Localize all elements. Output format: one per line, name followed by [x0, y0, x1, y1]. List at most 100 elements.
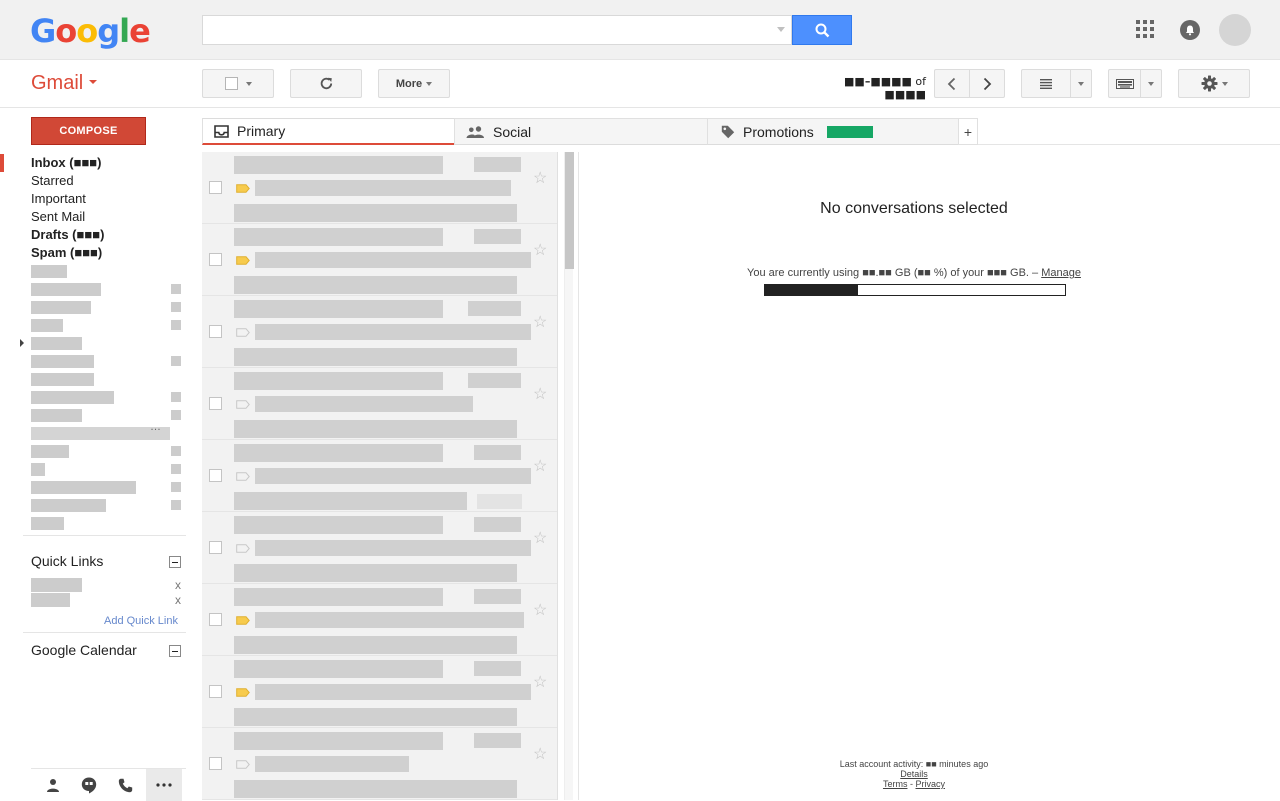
importance-marker-icon[interactable]	[236, 328, 250, 337]
sidebar-label-item[interactable]	[0, 280, 186, 298]
older-button[interactable]	[969, 69, 1005, 98]
message-checkbox[interactable]	[209, 181, 222, 194]
sidebar-label-item[interactable]	[0, 352, 186, 370]
importance-marker-icon[interactable]	[236, 184, 250, 193]
message-checkbox[interactable]	[209, 685, 222, 698]
sidebar-label-item[interactable]	[0, 388, 186, 406]
newer-button[interactable]	[934, 69, 970, 98]
message-checkbox[interactable]	[209, 253, 222, 266]
sidebar-item-drafts[interactable]: Drafts (■■■)	[0, 226, 186, 244]
sidebar-label-item[interactable]	[0, 316, 186, 334]
message-checkbox[interactable]	[209, 613, 222, 626]
more-button[interactable]: More	[378, 69, 450, 98]
sidebar-item-sent[interactable]: Sent Mail	[0, 208, 186, 226]
details-link[interactable]: Details	[900, 769, 928, 779]
phone-icon[interactable]	[107, 769, 143, 801]
message-checkbox[interactable]	[209, 757, 222, 770]
hangouts-icon[interactable]	[71, 769, 107, 801]
sidebar-label-item[interactable]	[0, 370, 186, 388]
search-box[interactable]	[202, 15, 792, 45]
sidebar-label-item[interactable]	[0, 514, 186, 532]
sidebar-label-item[interactable]	[0, 496, 186, 514]
message-row[interactable]: ☆	[202, 584, 557, 656]
star-icon[interactable]: ☆	[533, 528, 547, 548]
tab-promotions[interactable]: Promotions	[707, 118, 959, 145]
star-icon[interactable]: ☆	[533, 240, 547, 260]
importance-marker-icon[interactable]	[236, 760, 250, 769]
star-icon[interactable]: ☆	[533, 456, 547, 476]
message-row[interactable]: ☆	[202, 440, 557, 512]
privacy-link[interactable]: Privacy	[916, 779, 946, 789]
sidebar-label-item[interactable]	[0, 478, 186, 496]
tab-primary[interactable]: Primary	[202, 118, 455, 145]
add-tab-button[interactable]: +	[958, 118, 978, 145]
importance-marker-icon[interactable]	[236, 688, 250, 697]
sidebar-label-item[interactable]	[0, 460, 186, 478]
message-list[interactable]: ☆ ☆ ☆ ☆ ☆ ☆ ☆ ☆ ☆	[202, 152, 558, 800]
importance-marker-icon[interactable]	[236, 472, 250, 481]
expand-arrow-icon[interactable]	[20, 339, 24, 347]
star-icon[interactable]: ☆	[533, 168, 547, 188]
more-dots-icon[interactable]: …	[150, 421, 161, 433]
message-row[interactable]: ☆	[202, 512, 557, 584]
message-list-scrollbar[interactable]	[564, 152, 574, 800]
star-icon[interactable]: ☆	[533, 384, 547, 404]
remove-quick-link-icon[interactable]: x	[175, 578, 181, 592]
sidebar-item-inbox[interactable]: Inbox (■■■)	[0, 154, 186, 172]
importance-marker-icon[interactable]	[236, 544, 250, 553]
density-dropdown[interactable]	[1070, 69, 1092, 98]
quick-link-item[interactable]	[31, 578, 82, 592]
message-checkbox[interactable]	[209, 541, 222, 554]
sidebar-label-item[interactable]	[0, 334, 186, 352]
message-row[interactable]: ☆	[202, 152, 557, 224]
terms-link[interactable]: Terms	[883, 779, 908, 789]
sidebar-item-starred[interactable]: Starred	[0, 172, 186, 190]
star-icon[interactable]: ☆	[533, 672, 547, 692]
google-logo[interactable]: Google	[30, 12, 151, 50]
settings-button[interactable]	[1178, 69, 1250, 98]
search-input[interactable]	[203, 16, 791, 44]
tab-social[interactable]: Social	[454, 118, 708, 145]
importance-marker-icon[interactable]	[236, 256, 250, 265]
message-checkbox[interactable]	[209, 397, 222, 410]
account-avatar[interactable]	[1219, 14, 1251, 46]
importance-marker-icon[interactable]	[236, 616, 250, 625]
message-checkbox[interactable]	[209, 325, 222, 338]
sidebar-label-item[interactable]	[0, 262, 186, 280]
importance-marker-icon[interactable]	[236, 400, 250, 409]
apps-grid-icon[interactable]	[1136, 20, 1154, 38]
density-button[interactable]	[1021, 69, 1071, 98]
contacts-icon[interactable]	[35, 769, 71, 801]
input-tools-dropdown[interactable]	[1140, 69, 1162, 98]
notifications-bell-icon[interactable]	[1180, 20, 1200, 40]
collapse-calendar-icon[interactable]	[169, 645, 181, 657]
sidebar-item-important[interactable]: Important	[0, 190, 186, 208]
message-row[interactable]: ☆	[202, 368, 557, 440]
star-icon[interactable]: ☆	[533, 744, 547, 764]
collapse-quick-links-icon[interactable]	[169, 556, 181, 568]
input-tools-button[interactable]	[1108, 69, 1141, 98]
add-quick-link[interactable]: Add Quick Link	[104, 615, 178, 627]
quick-link-item[interactable]	[31, 593, 70, 607]
scrollbar-thumb[interactable]	[565, 152, 574, 269]
sidebar-label-item[interactable]: …	[0, 421, 186, 442]
remove-quick-link-icon[interactable]: x	[175, 593, 181, 607]
sidebar-item-spam[interactable]: Spam (■■■)	[0, 244, 186, 262]
select-checkbox-button[interactable]	[202, 69, 274, 98]
message-row[interactable]: ☆	[202, 296, 557, 368]
gmail-app-menu[interactable]: Gmail	[31, 72, 98, 95]
search-options-caret-icon[interactable]	[777, 27, 785, 32]
star-icon[interactable]: ☆	[533, 312, 547, 332]
star-icon[interactable]: ☆	[533, 600, 547, 620]
sidebar-label-item[interactable]	[0, 442, 186, 460]
message-row[interactable]: ☆	[202, 224, 557, 296]
manage-storage-link[interactable]: Manage	[1041, 267, 1081, 279]
message-row[interactable]: ☆	[202, 728, 557, 800]
message-row[interactable]: ☆	[202, 656, 557, 728]
search-button[interactable]	[792, 15, 852, 45]
message-checkbox[interactable]	[209, 469, 222, 482]
more-dots-icon[interactable]	[146, 769, 182, 801]
sidebar-label-item[interactable]	[0, 298, 186, 316]
compose-button[interactable]: COMPOSE	[31, 117, 146, 145]
refresh-button[interactable]	[290, 69, 362, 98]
